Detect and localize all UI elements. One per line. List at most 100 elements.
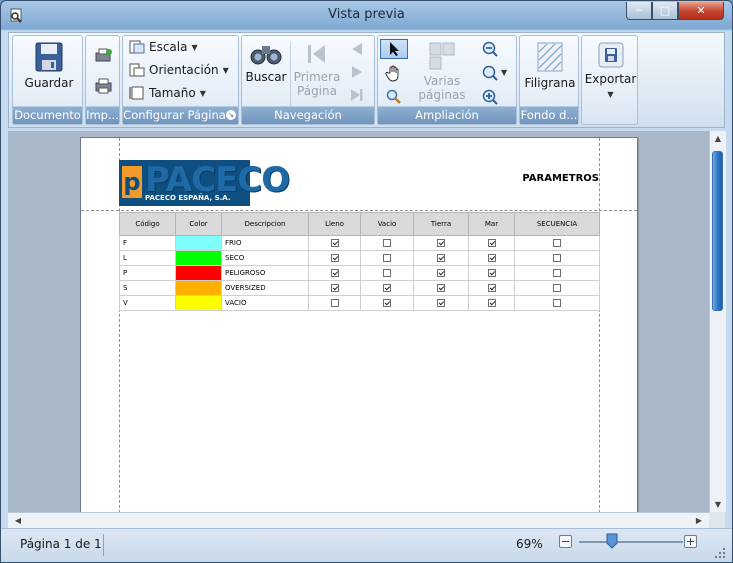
zoom-minus-button[interactable]: − [559, 535, 572, 548]
checkbox-cell [468, 265, 515, 281]
group-label-fondo-pagina: Fondo d... [520, 106, 578, 124]
checkbox-cell [308, 250, 361, 266]
scale-dropdown[interactable]: Escala ▼ [129, 40, 198, 54]
column-header: Código [119, 212, 176, 236]
vertical-scroll-thumb[interactable] [712, 151, 723, 311]
table-body: F FRIO L SECO P PELIGROSO S OVERSIZED V VACIO [119, 235, 600, 311]
group-exportar: Exportar ▼ [581, 35, 638, 125]
close-button[interactable]: ✕ [678, 2, 724, 20]
zoom-dropdown-button[interactable]: ▼ [482, 65, 507, 84]
scroll-left-icon[interactable]: ◀ [10, 516, 26, 525]
group-documento: Guardar Documento [12, 35, 83, 125]
zoom-slider-track[interactable] [579, 541, 683, 543]
tierra-checkbox [437, 299, 445, 307]
previous-page-button[interactable] [350, 42, 364, 59]
hand-icon [385, 65, 399, 82]
header-margin-guide [81, 210, 637, 211]
search-button[interactable]: Buscar [244, 42, 288, 84]
logo-mark: p [122, 166, 142, 198]
printer-icon [95, 78, 112, 94]
column-header: SECUENCIA [514, 212, 600, 236]
size-dropdown[interactable]: Tamaño ▼ [129, 86, 206, 100]
minimize-button[interactable]: ─ [626, 2, 652, 20]
descripcion-cell: FRIO [221, 235, 309, 251]
group-configurar-pagina: Escala ▼ Orientación ▼ Tamaño ▼ Configur… [122, 35, 239, 125]
watermark-icon [537, 42, 563, 72]
search-label: Buscar [245, 70, 287, 84]
descripcion-cell: PELIGROSO [221, 265, 309, 281]
plus-icon: + [685, 535, 696, 548]
zoom-out-button[interactable] [482, 41, 498, 60]
separator [290, 42, 291, 106]
checkbox-cell [360, 250, 414, 266]
lleno-checkbox [330, 254, 339, 262]
lleno-checkbox [330, 284, 339, 292]
print-options-button[interactable] [95, 48, 113, 67]
group-label-documento: Documento [13, 106, 82, 124]
color-swatch-cell [175, 295, 222, 311]
right-margin-guide [599, 138, 600, 512]
minus-icon: − [560, 535, 571, 548]
color-swatch-cell [175, 235, 222, 251]
logo-subtitle: PACECO ESPAÑA, S.A. [145, 194, 231, 202]
checkbox-cell [308, 265, 361, 281]
tierra-checkbox [437, 269, 445, 277]
page-size-icon [129, 86, 144, 100]
vertical-scrollbar[interactable]: ▲ ▼ [709, 131, 726, 512]
checkbox-cell [468, 250, 515, 266]
printer-settings-icon [95, 48, 112, 62]
export-button[interactable]: Exportar ▼ [582, 42, 639, 102]
group-label-configurar-pagina: Configurar Página ↘ [123, 106, 238, 124]
horizontal-scrollbar[interactable]: ◀ ▶ [8, 512, 709, 529]
scroll-up-icon[interactable]: ▲ [710, 134, 726, 143]
column-header: Color [175, 212, 222, 236]
secuencia-checkbox [553, 269, 561, 277]
group-label-navegacion: Navegación [242, 106, 374, 124]
codigo-cell: V [119, 295, 176, 311]
orientation-dropdown[interactable]: Orientación ▼ [129, 63, 229, 77]
zoom-slider-thumb[interactable] [606, 533, 618, 549]
group-imprimir: Imp... [85, 35, 120, 125]
next-page-button[interactable] [350, 65, 364, 82]
lleno-checkbox [330, 239, 339, 247]
chevron-down-icon: ▼ [607, 90, 614, 99]
hand-tool-button[interactable] [385, 64, 403, 85]
chevron-down-icon: ▼ [191, 42, 198, 52]
last-page-button[interactable] [350, 88, 364, 105]
parameters-table: Código Color Descripcion Lleno Vacio Tie… [119, 212, 600, 311]
multiple-pages-icon [429, 42, 455, 70]
color-swatch-cell [175, 265, 222, 281]
maximize-button[interactable]: □ [652, 2, 678, 20]
secuencia-checkbox [553, 284, 561, 292]
scrollbar-corner [709, 512, 725, 528]
scroll-down-icon[interactable]: ▼ [710, 500, 726, 509]
checkbox-cell [360, 280, 414, 296]
print-button[interactable] [95, 78, 113, 97]
first-page-button[interactable]: Primera Página [292, 42, 342, 98]
configurar-pagina-label: Configurar Página [123, 108, 226, 122]
scroll-right-icon[interactable]: ▶ [691, 516, 707, 525]
last-page-icon [351, 89, 363, 101]
dialog-launcher-icon[interactable]: ↘ [226, 110, 236, 120]
checkbox-cell [413, 295, 469, 311]
report-title: PARAMETROS [522, 173, 599, 184]
save-button[interactable]: Guardar [21, 42, 77, 90]
checkbox-cell [514, 295, 600, 311]
chevron-down-icon: ▼ [501, 68, 508, 77]
pointer-tool-button[interactable] [380, 39, 408, 59]
watermark-button[interactable]: Filigrana [521, 42, 579, 90]
window-title: Vista previa [328, 7, 405, 22]
zoom-plus-button[interactable]: + [684, 535, 697, 548]
status-separator [103, 534, 104, 556]
codigo-cell: P [119, 265, 176, 281]
group-navegacion: Buscar Primera Página Navegación [241, 35, 375, 125]
descripcion-cell: SECO [221, 250, 309, 266]
export-label: Exportar [584, 72, 637, 86]
title-bar: Vista previa ─ □ ✕ [1, 1, 732, 29]
first-page-icon [308, 45, 325, 63]
table-row: L SECO [119, 250, 600, 266]
preview-canvas[interactable]: p PACECO PACECO ESPAÑA, S.A. PARAMETROS … [8, 131, 709, 512]
logo-name: PACECO [145, 160, 290, 200]
multiple-pages-label-line2: páginas [418, 88, 466, 102]
resize-grip-icon[interactable] [714, 547, 726, 559]
